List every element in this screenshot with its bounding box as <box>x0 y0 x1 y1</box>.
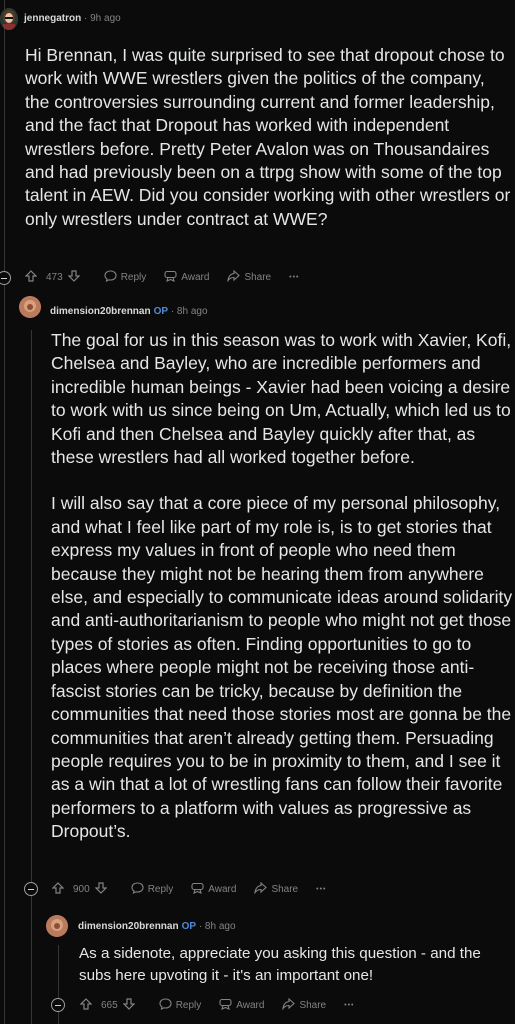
more-options-button[interactable]: ••• <box>344 1002 354 1009</box>
comment-meta: dimension20brennan OP · 8h ago <box>50 306 208 317</box>
comment-body: The goal for us in this season was to wo… <box>51 329 513 844</box>
op-badge: OP <box>153 306 169 317</box>
timestamp: 9h ago <box>90 13 121 24</box>
comment-paragraph: I will also say that a core piece of my … <box>51 493 513 842</box>
comment-body: As a sidenote, appreciate you asking thi… <box>79 943 511 986</box>
award-button[interactable]: Award <box>191 882 236 897</box>
collapse-thread-button[interactable] <box>0 271 11 285</box>
avatar[interactable] <box>0 8 18 30</box>
more-icon: ••• <box>344 1002 355 1009</box>
reply-icon <box>159 998 176 1013</box>
comment-text: Hi Brennan, I was quite surprised to see… <box>25 45 511 229</box>
reply-button[interactable]: Reply <box>159 998 201 1013</box>
upvote-icon[interactable] <box>79 998 96 1013</box>
reply-button[interactable]: Reply <box>104 270 146 285</box>
share-icon <box>282 997 299 1013</box>
more-options-button[interactable]: ••• <box>289 274 299 281</box>
more-icon: ••• <box>316 886 327 893</box>
thread-line <box>4 0 5 1024</box>
vote-group: 473 <box>24 270 84 285</box>
vote-count: 473 <box>46 272 63 283</box>
comment-actions: 665 Reply Award Share ••• <box>79 997 372 1013</box>
collapse-thread-button[interactable] <box>51 998 65 1012</box>
username[interactable]: dimension20brennan <box>78 921 179 932</box>
comment-text: As a sidenote, appreciate you asking thi… <box>79 945 481 984</box>
comment-body: Hi Brennan, I was quite surprised to see… <box>25 44 513 231</box>
award-button[interactable]: Award <box>219 998 264 1013</box>
award-icon <box>164 270 181 285</box>
comment-actions: 473 Reply Award Share ••• <box>24 269 317 285</box>
avatar[interactable] <box>19 296 41 318</box>
downvote-icon[interactable] <box>94 882 111 897</box>
username[interactable]: dimension20brennan <box>50 306 151 317</box>
avatar[interactable] <box>46 915 68 937</box>
reply-button[interactable]: Reply <box>131 882 173 897</box>
award-button[interactable]: Award <box>164 270 209 285</box>
timestamp: 8h ago <box>204 921 236 932</box>
vote-count: 900 <box>73 884 90 895</box>
reply-icon <box>131 882 148 897</box>
reply-icon <box>104 270 121 285</box>
upvote-icon[interactable] <box>24 270 41 285</box>
upvote-icon[interactable] <box>51 882 68 897</box>
comment-meta: jennegatron · 9h ago <box>24 13 121 24</box>
downvote-icon[interactable] <box>67 270 84 285</box>
collapse-thread-button[interactable] <box>24 882 38 896</box>
share-icon <box>254 881 271 897</box>
share-button[interactable]: Share <box>282 997 326 1013</box>
award-icon <box>219 998 236 1013</box>
share-button[interactable]: Share <box>227 269 271 285</box>
award-icon <box>191 882 208 897</box>
more-icon: ••• <box>289 274 300 281</box>
timestamp: 8h ago <box>176 306 208 317</box>
share-button[interactable]: Share <box>254 881 298 897</box>
comment-paragraph: The goal for us in this season was to wo… <box>51 330 512 468</box>
thread-line <box>31 330 32 1024</box>
comment-actions: 900 Reply Award Share ••• <box>51 881 344 897</box>
more-options-button[interactable]: ••• <box>316 886 326 893</box>
username[interactable]: jennegatron <box>24 13 81 24</box>
share-icon <box>227 269 244 285</box>
op-badge: OP <box>181 921 197 932</box>
downvote-icon[interactable] <box>122 998 139 1013</box>
vote-group: 900 <box>51 882 111 897</box>
vote-group: 665 <box>79 998 139 1013</box>
comment-meta: dimension20brennan OP · 8h ago <box>78 921 236 932</box>
thread-line <box>58 945 59 1024</box>
vote-count: 665 <box>101 1000 118 1011</box>
